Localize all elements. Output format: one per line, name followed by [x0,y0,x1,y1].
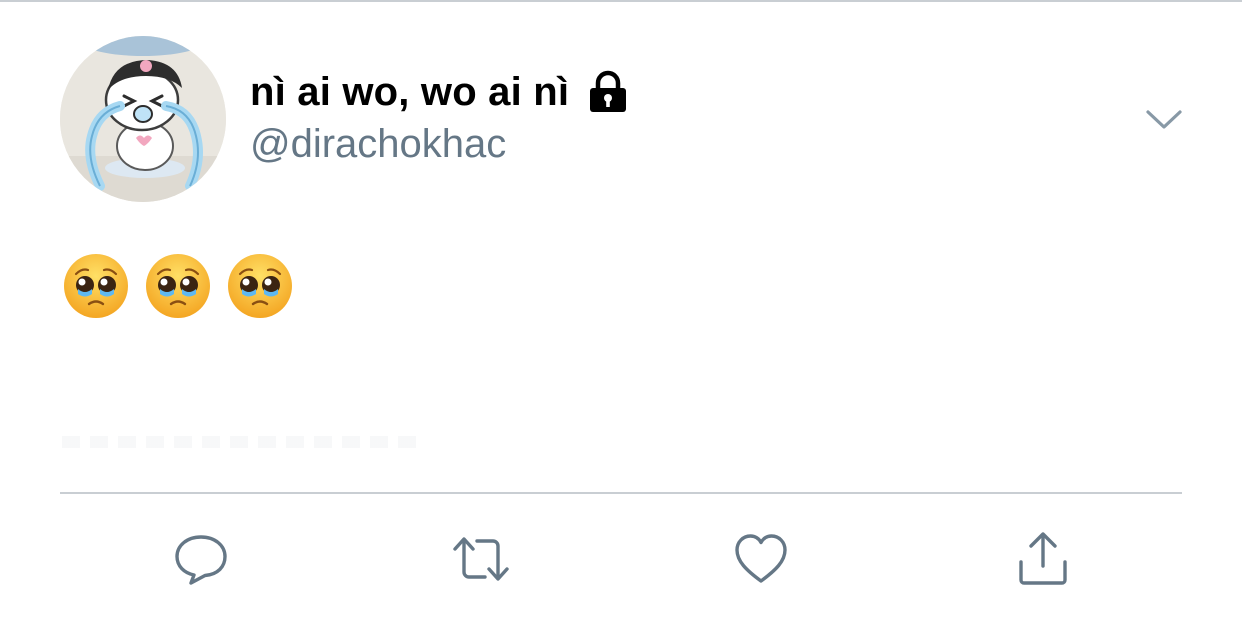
retweet-button[interactable] [448,526,514,592]
tweet-text-emoji [62,252,130,320]
divider [60,492,1182,494]
tweet-card: nì ai wo, wo ai nì @dirachokhac [0,0,1242,624]
chevron-down-icon[interactable] [1144,100,1184,140]
pleading-face-emoji [64,254,128,318]
author-name-row: nì ai wo, wo ai nì [250,64,631,120]
tweet-text-emoji [226,252,294,320]
reply-button[interactable] [168,526,234,592]
tweet-actions-bar [0,526,1242,592]
pleading-face-emoji [228,254,292,318]
like-button[interactable] [728,526,794,592]
share-upload-icon [1019,532,1067,585]
comment-bubble-icon [175,535,227,585]
heart-icon [735,534,787,583]
pleading-face-emoji [146,254,210,318]
author-handle[interactable]: @dirachokhac [250,122,506,167]
share-button[interactable] [1010,526,1076,592]
avatar-image [60,36,226,202]
tweet-text [62,252,294,320]
display-name[interactable]: nì ai wo, wo ai nì [250,70,569,115]
lock-icon [585,69,631,115]
retweet-icon [453,537,509,581]
avatar[interactable] [60,36,226,202]
faded-timestamp-line [62,436,422,448]
tweet-text-emoji [144,252,212,320]
